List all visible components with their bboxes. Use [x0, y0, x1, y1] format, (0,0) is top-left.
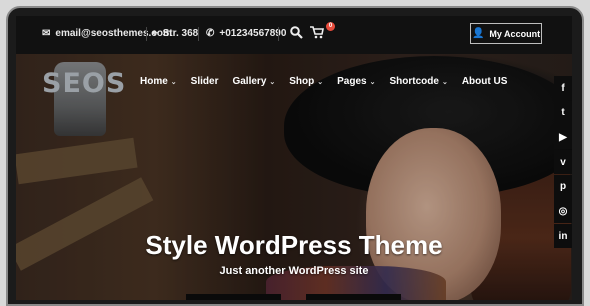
hero-button-secondary[interactable] [306, 294, 401, 300]
search-icon [290, 26, 303, 39]
divider [198, 27, 199, 41]
envelope-icon: ✉ [42, 27, 51, 39]
facebook-icon[interactable]: f [554, 76, 572, 100]
browser-screen: ✉ email@seosthemes.com ⌖ Str. 368 ✆ +012… [16, 16, 572, 300]
social-sidebar: f t ▶ v p ◎ in [554, 76, 572, 249]
nav-item-label: About US [461, 76, 508, 87]
youtube-icon[interactable]: ▶ [554, 125, 572, 150]
chevron-down-icon: ⌄ [269, 79, 276, 86]
divider [146, 27, 147, 41]
address-text: Str. 368 [162, 28, 199, 39]
chevron-down-icon: ⌄ [441, 79, 448, 86]
nav-item-label: Gallery [232, 76, 267, 87]
my-account-label: My Account [489, 28, 541, 39]
map-pin-icon: ⌖ [152, 27, 158, 39]
divider [278, 27, 279, 41]
vimeo-icon[interactable]: v [554, 150, 572, 175]
nav-item-label: Shop [289, 76, 315, 87]
phone-icon: ✆ [206, 27, 215, 39]
cart-button[interactable] [310, 26, 324, 39]
user-icon: 👤 [471, 27, 485, 39]
phone-contact[interactable]: ✆ +01234567890 [206, 28, 286, 39]
cart-count-badge: 0 [326, 22, 335, 31]
instagram-icon[interactable]: ◎ [554, 199, 572, 224]
nav-item-label: Slider [190, 76, 219, 87]
pinterest-icon[interactable]: p [554, 174, 572, 199]
main-navigation: Home ⌄ Slider Gallery ⌄ Shop ⌄ Pages ⌄ Shortcode ⌄… [140, 76, 521, 87]
hero-title: Style WordPress Theme [145, 230, 443, 260]
nav-item-shortcode[interactable]: Shortcode ⌄ [389, 76, 447, 87]
hero-subtitle: Just another WordPress site [219, 265, 369, 277]
twitter-icon[interactable]: t [554, 100, 572, 125]
nav-item-shop[interactable]: Shop ⌄ [289, 76, 323, 87]
nav-item-about-us[interactable]: About US [462, 76, 508, 87]
nav-item-gallery[interactable]: Gallery ⌄ [232, 76, 275, 87]
nav-item-label: Home [140, 76, 168, 87]
chevron-down-icon: ⌄ [170, 79, 177, 86]
my-account-button[interactable]: 👤 My Account [470, 23, 542, 44]
cart-icon [310, 26, 324, 39]
nav-item-label: Pages [337, 76, 367, 87]
nav-item-slider[interactable]: Slider [191, 76, 219, 87]
address-contact: ⌖ Str. 368 [152, 28, 198, 39]
chevron-down-icon: ⌄ [369, 79, 376, 86]
nav-item-label: Shortcode [389, 76, 439, 87]
hero-button-primary[interactable] [186, 294, 281, 300]
search-button[interactable] [290, 26, 303, 39]
nav-item-home[interactable]: Home ⌄ [140, 76, 177, 87]
phone-text: +01234567890 [219, 28, 287, 39]
top-bar: ✉ email@seosthemes.com ⌖ Str. 368 ✆ +012… [16, 16, 572, 54]
nav-item-pages[interactable]: Pages ⌄ [337, 76, 375, 87]
site-logo[interactable]: SEOS [42, 68, 126, 99]
chevron-down-icon: ⌄ [317, 79, 324, 86]
